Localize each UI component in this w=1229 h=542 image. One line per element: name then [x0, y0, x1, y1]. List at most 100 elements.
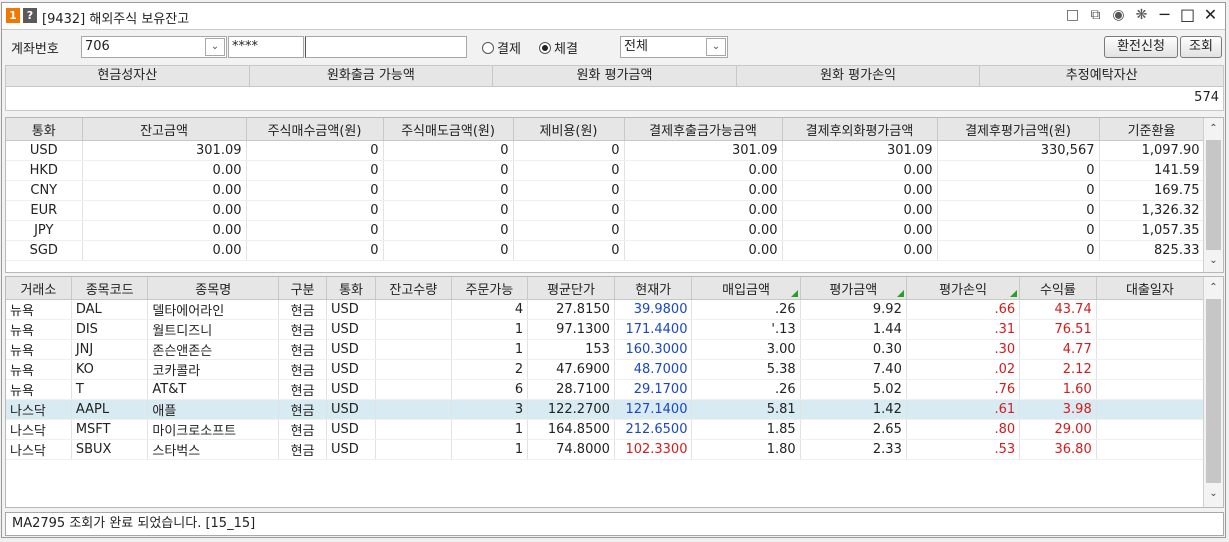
holdings-col-header[interactable]: 통화	[326, 277, 377, 300]
settle-radio-label[interactable]: 결제	[497, 38, 521, 57]
currency-col-header[interactable]: 결제후출금가능금액	[624, 118, 783, 141]
holdings-col-header[interactable]: 주문가능	[451, 277, 529, 300]
currency-row[interactable]: USD 301.09 0 0 0 301.09 301.09 330,567 1,097.90	[6, 140, 1205, 161]
holdings-col-header[interactable]: 매입금액	[691, 277, 801, 300]
holdings-col-header[interactable]: 종목코드	[71, 277, 149, 300]
currency-cell: 0	[513, 220, 625, 241]
currency-row[interactable]: HKD 0.00 0 0 0 0.00 0.00 0 141.59	[6, 160, 1205, 181]
currency-cell: 0	[937, 240, 1100, 261]
scroll-down-icon[interactable]: ⌄	[1204, 485, 1223, 503]
holdings-cell-loan	[1096, 419, 1205, 440]
trade-radio-label[interactable]: 체결	[554, 38, 578, 57]
maximize-icon[interactable]: □	[1179, 6, 1196, 24]
close-icon[interactable]: ✕	[1202, 6, 1219, 24]
holdings-col-header[interactable]: 평균단가	[527, 277, 615, 300]
holdings-row[interactable]: 나스닥 MSFT 마이크로소프트 현금 USD 1 164.8500 212.6500 1.85…	[6, 419, 1205, 440]
currency-cell: 0	[937, 180, 1100, 201]
trade-radio[interactable]	[539, 42, 551, 54]
currency-cell: 0.00	[782, 220, 938, 241]
holdings-cell-code: AAPL	[71, 399, 149, 420]
holdings-col-header[interactable]: 대출일자	[1096, 277, 1205, 300]
holdings-cell-name: 애플	[147, 399, 280, 420]
holdings-col-header[interactable]: 수익률	[1019, 277, 1097, 300]
password-field[interactable]: ****	[228, 36, 304, 58]
holdings-cell-avg: 47.6900	[527, 359, 615, 380]
scroll-down-icon[interactable]: ⌄	[1204, 252, 1223, 270]
summary-header-withdrawable: 원화출금 가능액	[250, 66, 494, 86]
search-button[interactable]: 조회	[1180, 36, 1222, 58]
holdings-cell-name: 월트디즈니	[147, 319, 280, 340]
holdings-col-header[interactable]: 구분	[278, 277, 328, 300]
minimize-icon[interactable]: ─	[1156, 6, 1173, 24]
holdings-cell-qty	[375, 419, 452, 440]
currency-col-header[interactable]: 주식매도금액(원)	[383, 118, 514, 141]
currency-row[interactable]: EUR 0.00 0 0 0 0.00 0.00 0 1,326.32	[6, 200, 1205, 221]
currency-cell: 0	[246, 180, 384, 201]
holdings-cell-name: AT&T	[147, 379, 280, 400]
currency-col-header[interactable]: 잔고금액	[82, 118, 247, 141]
copy-icon[interactable]: ⧉	[1087, 6, 1104, 24]
holdings-col-header[interactable]: 종목명	[147, 277, 280, 300]
currency-cell: 0	[246, 160, 384, 181]
exchange-request-button[interactable]: 환전신청	[1104, 36, 1178, 58]
holdings-row[interactable]: 나스닥 AAPL 애플 현금 USD 3 122.2700 127.1400 5.81 1.42.…	[6, 399, 1205, 420]
settle-radio[interactable]	[482, 42, 494, 54]
holdings-row[interactable]: 뉴욕 DAL 델타에어라인 현금 USD 4 27.8150 39.9800.26 9.92.6…	[6, 299, 1205, 320]
holdings-cell-orderable: 6	[451, 379, 529, 400]
holdings-col-header[interactable]: 평가손익	[906, 277, 1021, 300]
holdings-row[interactable]: 뉴욕 T AT&T 현금 USD 6 28.7100 29.1700.26 5.02.76 1.6…	[6, 379, 1205, 400]
holdings-col-header[interactable]: 잔고수량	[375, 277, 452, 300]
query-row: 계좌번호 706 ⌄ **** 결제 체결 전체 ⌄ 환전신청 조회	[2, 31, 1225, 63]
holdings-cell-cur: 160.3000	[614, 339, 693, 360]
holdings-cell-pl: .53	[906, 439, 1021, 460]
holdings-row[interactable]: 뉴욕 DIS 월트디즈니 현금 USD 1 97.1300 171.4400 '.13 1.44.…	[6, 319, 1205, 340]
account-dropdown-button[interactable]: ⌄	[205, 38, 225, 56]
currency-cell: 169.75	[1099, 180, 1205, 201]
holdings-cell-name: 존슨앤존슨	[147, 339, 280, 360]
currency-col-header[interactable]: 제비용(원)	[513, 118, 625, 141]
currency-cell: JPY	[6, 220, 83, 241]
holdings-row[interactable]: 나스닥 SBUX 스타벅스 현금 USD 1 74.8000 102.3300 1.80 2.33…	[6, 439, 1205, 460]
holdings-cell-buy: .26	[691, 379, 801, 400]
currency-cell: 0.00	[82, 200, 247, 221]
holdings-cell-ccy: USD	[326, 439, 377, 460]
currency-cell: 0	[937, 220, 1100, 241]
holdings-cell-qty	[375, 319, 452, 340]
currency-row[interactable]: JPY 0.00 0 0 0 0.00 0.00 0 1,057.35	[6, 220, 1205, 241]
holdings-col-header[interactable]: 현재가	[614, 277, 693, 300]
currency-row[interactable]: SGD 0.00 0 0 0 0.00 0.00 0 825.33	[6, 240, 1205, 261]
currency-col-header[interactable]: 기준환율	[1099, 118, 1205, 141]
currency-grid[interactable]: 통화 잔고금액 주식매수금액(원) 주식매도금액(원) 제비용(원) 결제후출금가능금액 결…	[5, 117, 1224, 273]
memo-icon[interactable]: □	[1064, 6, 1081, 24]
camera-icon[interactable]: ◉	[1110, 6, 1127, 24]
holdings-cell-loan	[1096, 359, 1205, 380]
scroll-up-icon[interactable]: ⌃	[1204, 279, 1223, 297]
holdings-cell-cur: 212.6500	[614, 419, 693, 440]
scroll-thumb[interactable]	[1206, 140, 1221, 250]
holdings-grid-scrollbar[interactable]: ⌃ ⌄	[1203, 277, 1223, 507]
currency-cell: USD	[6, 140, 83, 161]
holdings-cell-avg: 28.7100	[527, 379, 615, 400]
currency-cell: 1,057.35	[1099, 220, 1205, 241]
currency-grid-scrollbar[interactable]: ⌃ ⌄	[1203, 118, 1223, 272]
settings-icon[interactable]: ❋	[1133, 6, 1150, 24]
holdings-row[interactable]: 뉴욕 KO 코카콜라 현금 USD 2 47.6900 48.7000 5.38 7.40.02 2…	[6, 359, 1205, 380]
holdings-cell-type: 현금	[278, 399, 328, 420]
holdings-row[interactable]: 뉴욕 JNJ 존슨앤존슨 현금 USD 1 153 160.3000 3.00 0.30.30 4.…	[6, 339, 1205, 360]
holdings-grid[interactable]: 거래소 종목코드 종목명 구분 통화 잔고수량 주문가능 평균단가 현재가 매입금액 평가금액 평가손…	[5, 276, 1224, 508]
holdings-cell-ccy: USD	[326, 319, 377, 340]
currency-col-header[interactable]: 결제후외화평가금액	[782, 118, 938, 141]
currency-cell: 0	[246, 220, 384, 241]
holdings-col-header[interactable]: 평가금액	[800, 277, 907, 300]
scroll-thumb[interactable]	[1206, 299, 1221, 483]
currency-col-header[interactable]: 주식매수금액(원)	[246, 118, 384, 141]
holdings-col-header[interactable]: 거래소	[6, 277, 72, 300]
holdings-cell-code: DAL	[71, 299, 149, 320]
currency-col-header[interactable]: 결제후평가금액(원)	[937, 118, 1100, 141]
help-badge[interactable]: ?	[23, 8, 37, 23]
currency-row[interactable]: CNY 0.00 0 0 0 0.00 0.00 0 169.75	[6, 180, 1205, 201]
currency-col-header[interactable]: 통화	[6, 118, 83, 141]
filter-dropdown-button[interactable]: ⌄	[706, 38, 726, 56]
scroll-up-icon[interactable]: ⌃	[1204, 120, 1223, 138]
summary-header-cash: 현금성자산	[6, 66, 250, 86]
